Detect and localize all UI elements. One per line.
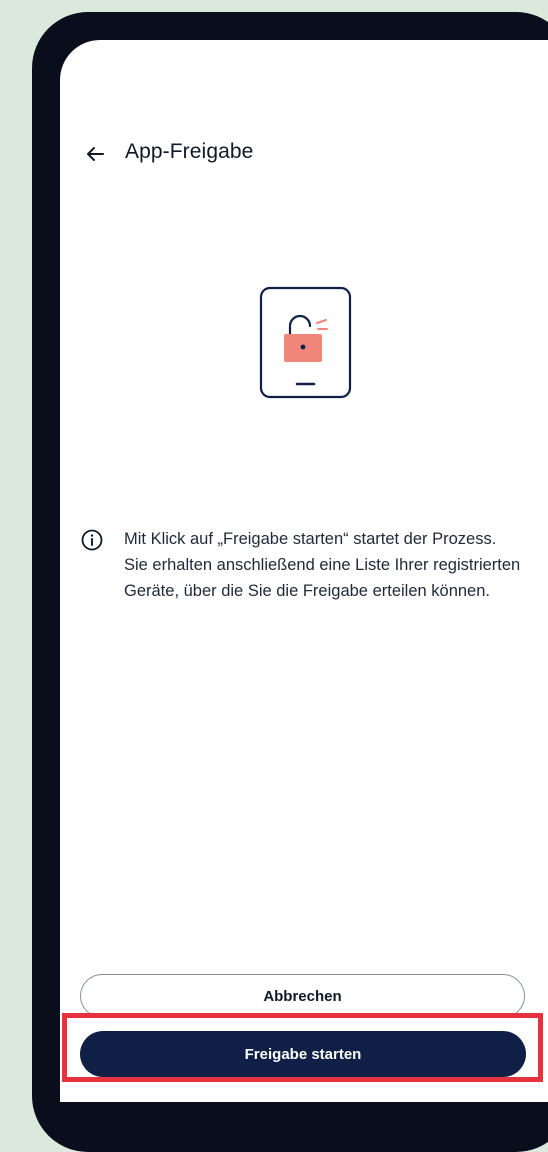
start-release-button[interactable]: Freigabe starten — [80, 1031, 526, 1077]
app-screen: App-Freigabe Mit Klick auf „Freigabe sta… — [60, 40, 548, 1102]
info-text: Mit Klick auf „Freigabe starten“ startet… — [124, 530, 521, 600]
arrow-left-icon[interactable] — [84, 143, 106, 165]
info-circle-icon — [80, 528, 104, 552]
cancel-button[interactable]: Abbrechen — [80, 974, 525, 1018]
phone-unlocked-padlock-icon — [259, 286, 355, 400]
page-title: App-Freigabe — [125, 140, 254, 163]
